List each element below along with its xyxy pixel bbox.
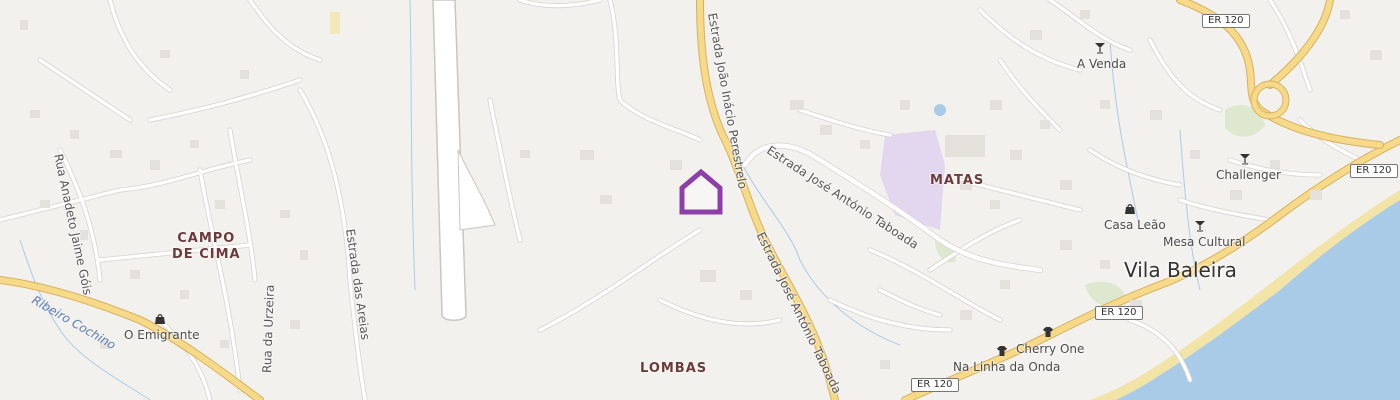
place-matas: MATAS	[930, 173, 984, 189]
lombas-label: LOMBAS	[640, 361, 708, 376]
poi-label: O Emigrante	[124, 328, 200, 342]
vila-baleira-label: Vila Baleira	[1124, 258, 1237, 282]
shopping-bag-icon	[154, 313, 166, 325]
poi-label: Cherry One	[1016, 342, 1085, 356]
house-marker-icon[interactable]	[678, 168, 724, 216]
poi-label: A Venda	[1077, 57, 1127, 71]
campo-de-cima-label: CAMPO DE CIMA	[172, 231, 241, 262]
poi-label: Na Linha da Onda	[953, 360, 1061, 374]
road-shield-er120: ER 120	[1350, 164, 1398, 178]
road-shield-er120: ER 120	[1095, 306, 1143, 320]
poi-label: Mesa Cultural	[1163, 235, 1246, 249]
cocktail-glass-icon	[1194, 220, 1206, 232]
road-shield-er120: ER 120	[1202, 14, 1250, 28]
road-shield-er120: ER 120	[911, 378, 959, 392]
cocktail-glass-icon	[1239, 153, 1251, 165]
poi-label: Casa Leão	[1104, 218, 1166, 232]
shopping-bag-icon	[1124, 203, 1136, 215]
t-shirt-icon	[996, 345, 1008, 357]
place-vila-baleira: Vila Baleira	[1124, 259, 1237, 281]
place-campo-de-cima: CAMPO DE CIMA	[172, 231, 241, 263]
t-shirt-icon	[1042, 326, 1054, 338]
place-lombas: LOMBAS	[640, 361, 707, 377]
cocktail-glass-icon	[1094, 42, 1106, 54]
poi-label: Challenger	[1216, 168, 1281, 182]
map-view[interactable]: CAMPO DE CIMA MATAS LOMBAS Vila Baleira …	[0, 0, 1400, 400]
matas-label: MATAS	[930, 173, 985, 188]
